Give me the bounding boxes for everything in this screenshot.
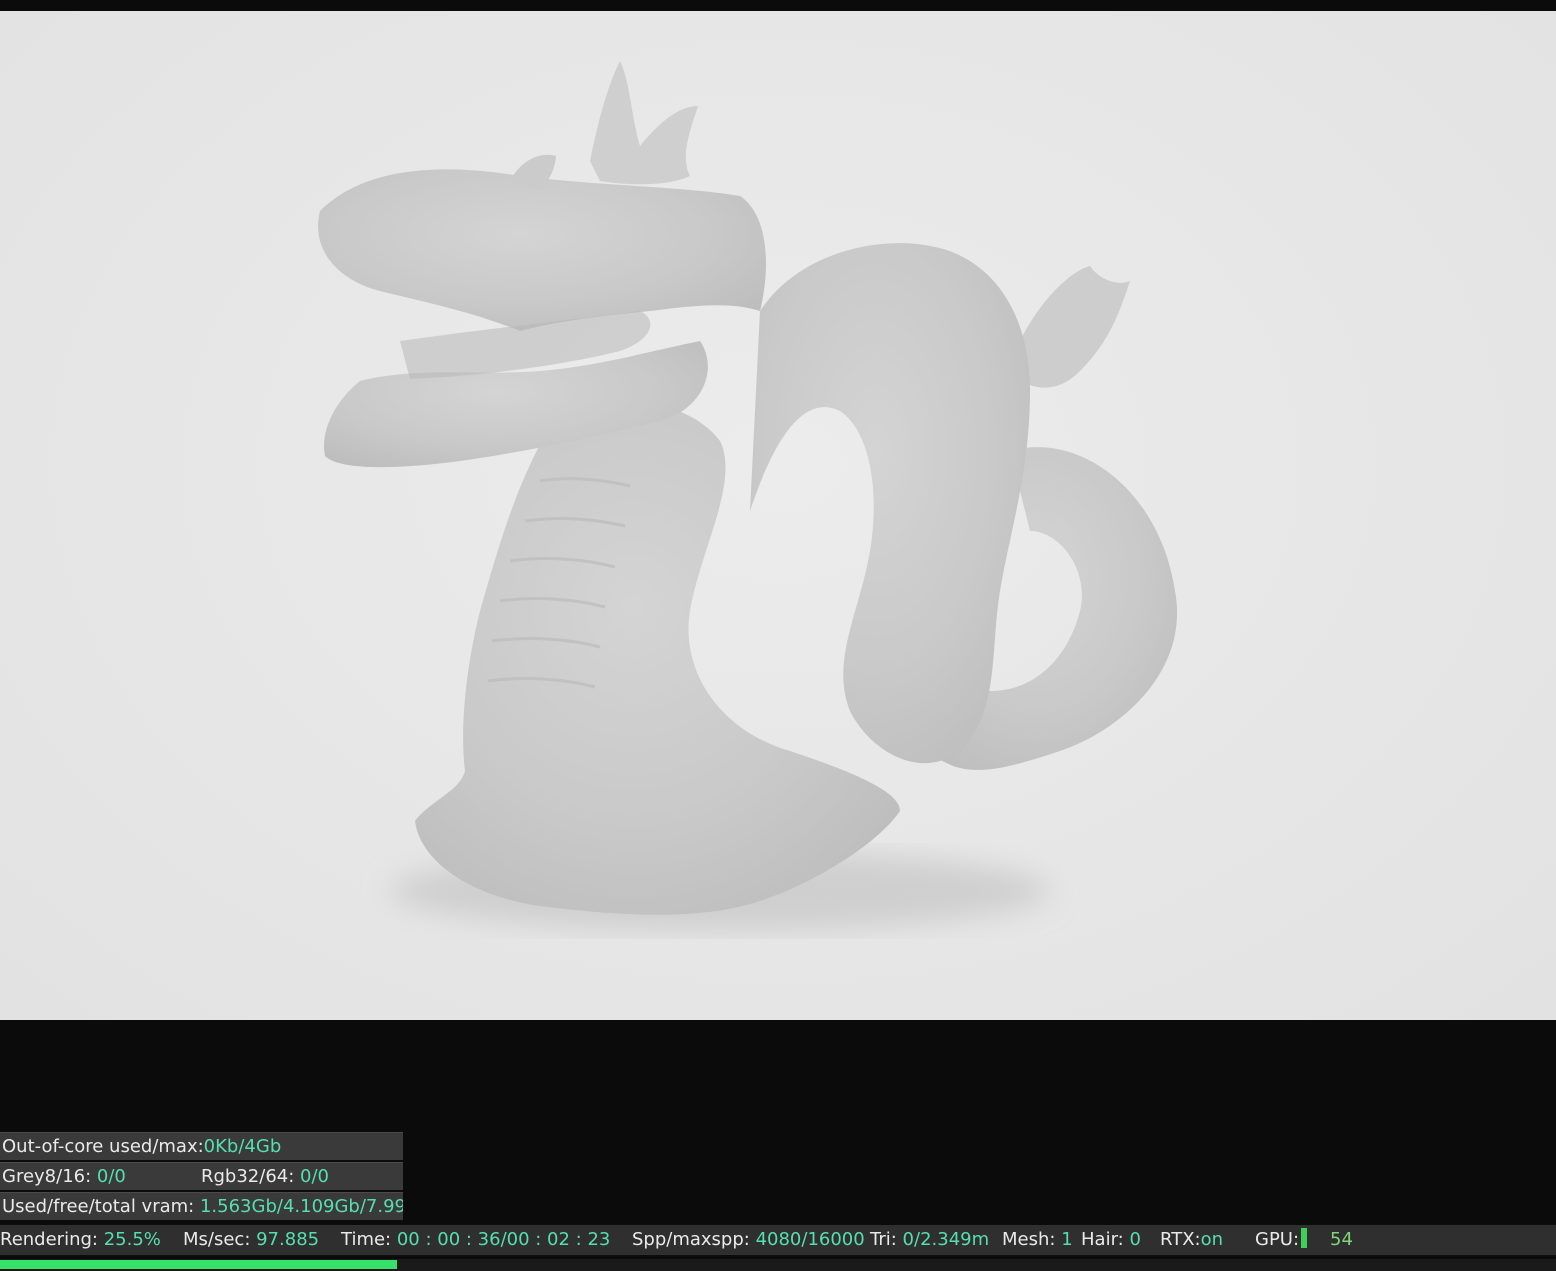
- grey-label: Grey8/16:: [2, 1166, 97, 1187]
- rgb-group: Rgb32/64: 0/0: [201, 1163, 329, 1190]
- top-bar: [0, 0, 1556, 11]
- vram-label: Used/free/total vram:: [2, 1196, 200, 1217]
- render-progress-track: [0, 1259, 1556, 1271]
- rtx-value: on: [1200, 1229, 1224, 1250]
- rendering-label: Rendering:: [0, 1229, 104, 1250]
- gpu-label: GPU:: [1255, 1229, 1300, 1250]
- rtx-label: RTX:: [1160, 1229, 1201, 1250]
- time-label: Time:: [341, 1229, 397, 1250]
- render-viewport[interactable]: [0, 11, 1556, 1020]
- gpu-usage-bar: [1301, 1228, 1308, 1248]
- tri-label: Tri:: [870, 1229, 903, 1250]
- rtx-status: RTX:on: [1160, 1225, 1223, 1255]
- spp-label: Spp/maxspp:: [632, 1229, 756, 1250]
- mesh-status: Mesh: 1: [1002, 1225, 1073, 1255]
- gpu-temp-value: 54: [1330, 1229, 1353, 1250]
- spp-value: 4080/16000: [755, 1229, 865, 1250]
- texture-count-row: Grey8/16: 0/0 Rgb32/64: 0/0: [0, 1162, 403, 1190]
- rendering-status: Rendering: 25.5%: [0, 1225, 161, 1255]
- ms-sec-status: Ms/sec: 97.885: [183, 1225, 319, 1255]
- ms-sec-value: 97.885: [256, 1229, 320, 1250]
- time-value: 00 : 00 : 36/00 : 02 : 23: [396, 1229, 611, 1250]
- memory-info-panel: Out-of-core used/max:0Kb/4Gb Grey8/16: 0…: [0, 1132, 403, 1222]
- mesh-value: 1: [1061, 1229, 1073, 1250]
- rgb-label: Rgb32/64:: [201, 1166, 301, 1187]
- grey-value: 0/0: [96, 1166, 126, 1187]
- out-of-core-value: 0Kb/4Gb: [203, 1136, 282, 1157]
- gpu-status: GPU:: [1255, 1225, 1308, 1255]
- tri-status: Tri: 0/2.349m: [870, 1225, 989, 1255]
- hair-label: Hair:: [1081, 1229, 1130, 1250]
- hair-status: Hair: 0: [1081, 1225, 1141, 1255]
- ms-sec-label: Ms/sec:: [183, 1229, 257, 1250]
- out-of-core-label: Out-of-core used/max:: [2, 1136, 204, 1157]
- rgb-value: 0/0: [300, 1166, 329, 1187]
- render-status-bar: Rendering: 25.5% Ms/sec: 97.885 Time: 00…: [0, 1225, 1556, 1255]
- spp-status: Spp/maxspp: 4080/16000: [632, 1225, 865, 1255]
- tri-value: 0/2.349m: [902, 1229, 990, 1250]
- vram-row: Used/free/total vram: 1.563Gb/4.109Gb/7.…: [0, 1192, 403, 1220]
- mesh-label: Mesh:: [1002, 1229, 1062, 1250]
- vram-value: 1.563Gb/4.109Gb/7.996: [199, 1196, 403, 1217]
- dragon-render-image: [318, 61, 1178, 931]
- hair-value: 0: [1129, 1229, 1141, 1250]
- rendering-value: 25.5%: [103, 1229, 161, 1250]
- time-status: Time: 00 : 00 : 36/00 : 02 : 23: [341, 1225, 610, 1255]
- out-of-core-row: Out-of-core used/max:0Kb/4Gb: [0, 1132, 403, 1160]
- render-progress-fill: [0, 1260, 397, 1269]
